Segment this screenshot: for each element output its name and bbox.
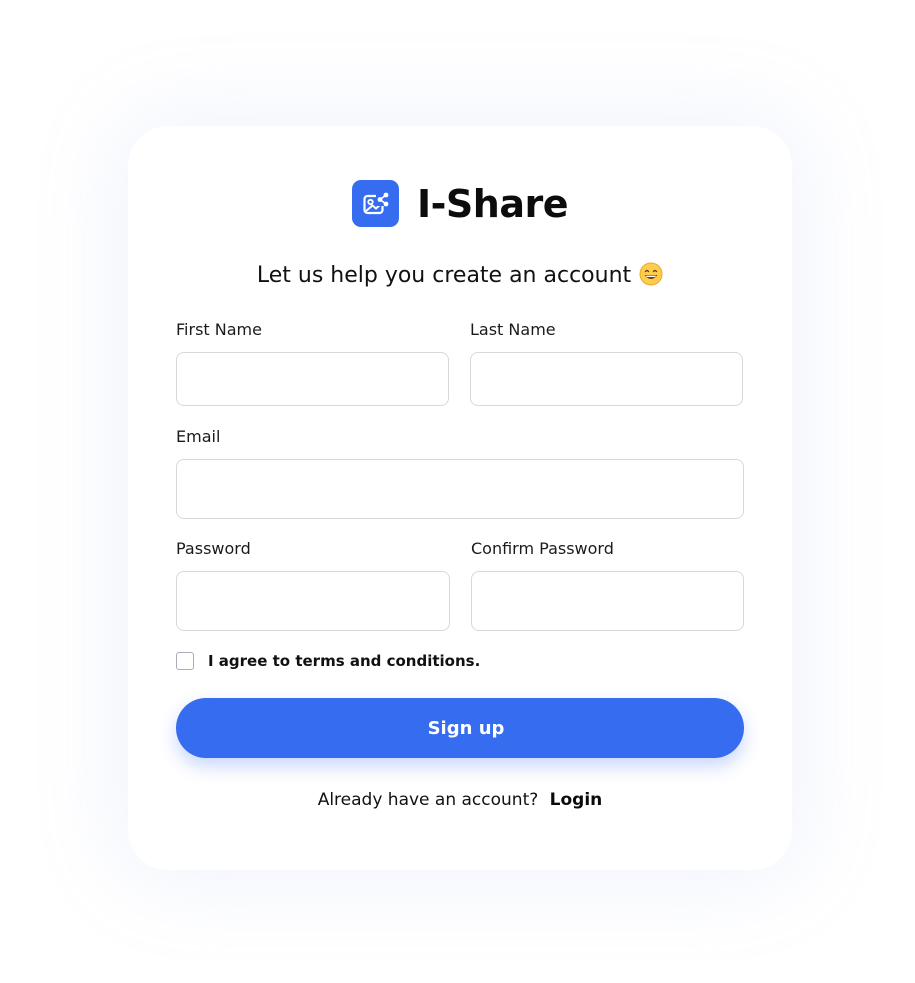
email-label: Email: [176, 427, 221, 446]
terms-row: I agree to terms and conditions.: [176, 652, 480, 670]
page-subtitle: Let us help you create an account: [128, 262, 792, 292]
login-link[interactable]: Login: [550, 790, 603, 810]
grinning-face-emoji-icon: [639, 262, 663, 292]
brand-header: I-Share: [128, 180, 792, 227]
sign-up-button[interactable]: Sign up: [176, 698, 744, 758]
sign-up-button-label: Sign up: [427, 717, 505, 739]
last-name-field[interactable]: [470, 352, 743, 406]
terms-checkbox[interactable]: [176, 652, 194, 670]
first-name-label: First Name: [176, 320, 262, 339]
app-name: I-Share: [417, 181, 569, 226]
signup-card: I-Share Let us help you create an accoun…: [128, 126, 792, 870]
last-name-label: Last Name: [470, 320, 556, 339]
image-share-icon: [352, 180, 399, 227]
login-prompt: Already have an account? Login: [128, 790, 792, 810]
first-name-field[interactable]: [176, 352, 449, 406]
subtitle-text: Let us help you create an account: [256, 263, 632, 288]
password-label: Password: [176, 539, 251, 558]
confirm-password-field[interactable]: [471, 571, 744, 631]
confirm-password-label: Confirm Password: [471, 539, 614, 558]
login-prompt-text: Already have an account?: [317, 790, 539, 810]
email-field[interactable]: [176, 459, 744, 519]
terms-label[interactable]: I agree to terms and conditions.: [208, 652, 480, 670]
password-field[interactable]: [176, 571, 450, 631]
